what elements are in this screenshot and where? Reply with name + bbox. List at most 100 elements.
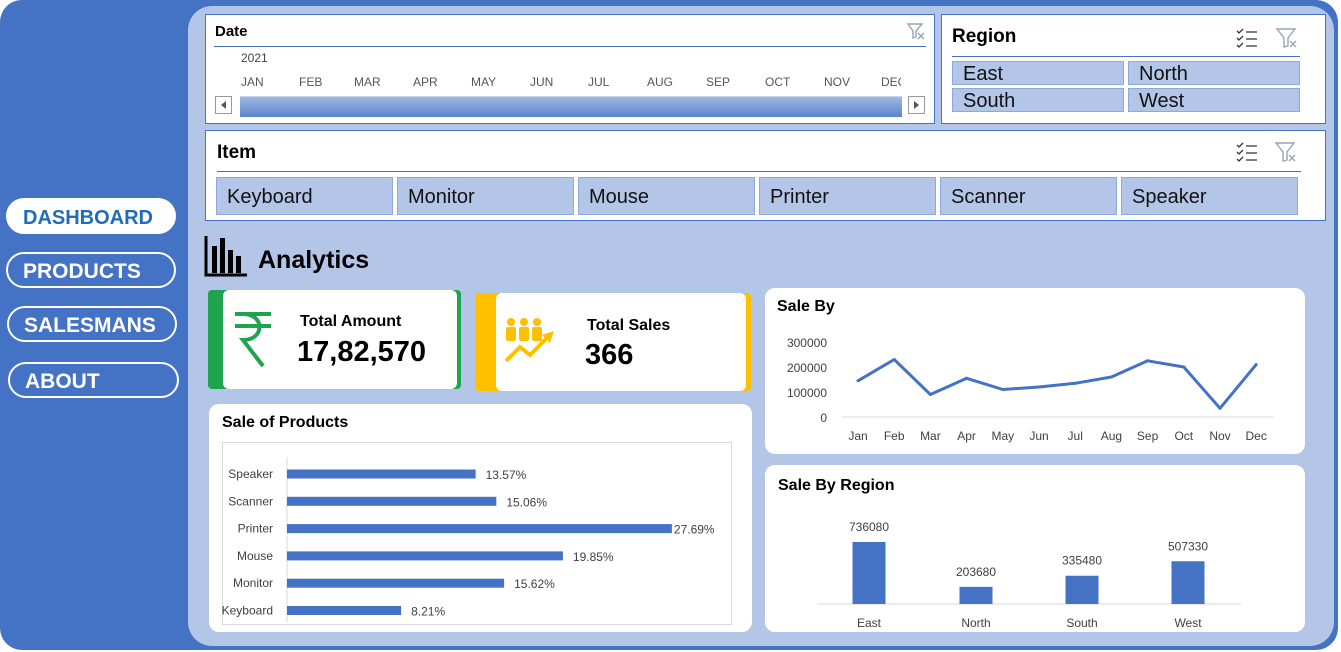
category-label: Monitor (233, 576, 273, 590)
x-tick-label: Aug (1101, 429, 1122, 443)
sale-of-products-bar-chart: Speaker 13.57% Scanner 15.06% Printer 27.69% M… (222, 457, 715, 622)
category-label: Printer (238, 522, 273, 536)
region-east-button[interactable]: East (952, 61, 1124, 85)
item-printer-button[interactable]: Printer (759, 177, 936, 215)
y-tick-label: 100000 (787, 386, 827, 400)
sales-point (1254, 363, 1258, 366)
sales-point (1182, 365, 1186, 369)
region-slicer-rule (952, 56, 1300, 57)
timeline-month-nov[interactable]: NOV (824, 75, 850, 89)
total-sales-value: 366 (585, 339, 634, 371)
timeline-month-oct[interactable]: OCT (765, 75, 790, 89)
sales-point (1218, 406, 1222, 410)
item-scanner-button[interactable]: Scanner (940, 177, 1117, 215)
region-south-button[interactable]: South (952, 88, 1124, 112)
clear-filter-icon[interactable] (1275, 27, 1299, 49)
category-label: East (857, 616, 882, 630)
x-tick-label: Jan (848, 429, 867, 443)
timeline-scroll-right-button[interactable] (908, 96, 925, 114)
total-sales-card: Total Sales 366 (475, 293, 751, 391)
total-amount-card: Total Amount 17,82,570 (208, 290, 461, 389)
timeline-bar[interactable] (240, 96, 902, 117)
nav-dashboard-button[interactable]: DASHBOARD (6, 198, 176, 234)
total-amount-label: Total Amount (300, 313, 402, 330)
item-slicer: Item Keyboard Monitor Mouse Printer Scan… (205, 130, 1326, 221)
timeline-month-jun[interactable]: JUN (530, 75, 553, 89)
sales-point (1146, 359, 1150, 363)
region-bar (959, 586, 993, 604)
bar-data-label: 13.57% (486, 468, 527, 482)
bar-data-label: 8.21% (411, 605, 445, 619)
item-speaker-button[interactable]: Speaker (1121, 177, 1298, 215)
y-tick-label: 300000 (787, 336, 827, 350)
product-bar (287, 551, 563, 561)
timeline-month-jan[interactable]: JAN (241, 75, 264, 89)
x-tick-label: Sep (1137, 429, 1159, 443)
sales-point (1109, 375, 1113, 379)
region-north-button[interactable]: North (1128, 61, 1300, 85)
timeline-month-aug[interactable]: AUG (647, 75, 673, 89)
region-bar (852, 542, 886, 604)
sales-point (928, 393, 932, 396)
people-growth-icon (504, 318, 554, 363)
nav-salesmans-button[interactable]: SALESMANS (7, 306, 177, 342)
timeline-month-feb[interactable]: FEB (299, 75, 322, 89)
bar-data-label: 15.62% (514, 577, 555, 591)
region-slicer: Region East North South West (941, 14, 1326, 124)
sales-point (1037, 385, 1041, 389)
clear-filter-icon[interactable] (1274, 141, 1298, 163)
sale-by-card: Sale By 300000 200000 100000 0 Jan Feb Mar Apr M… (765, 288, 1305, 454)
multi-select-icon[interactable] (1235, 27, 1259, 49)
product-bar (287, 496, 497, 506)
item-keyboard-button[interactable]: Keyboard (216, 177, 393, 215)
category-label: Mouse (237, 549, 273, 563)
x-tick-label: Jul (1068, 429, 1083, 443)
category-label: West (1174, 616, 1202, 630)
region-slicer-title: Region (952, 26, 1017, 47)
total-amount-value: 17,82,570 (297, 336, 427, 368)
product-bar (287, 578, 505, 588)
item-mouse-button[interactable]: Mouse (578, 177, 755, 215)
bar-data-label: 27.69% (674, 523, 715, 537)
product-bar (287, 606, 402, 615)
app-frame: DASHBOARD PRODUCTS SALESMANS ABOUT Date … (0, 0, 1338, 650)
sale-by-region-card: Sale By Region 736080 East 203680 North 3354… (765, 465, 1305, 632)
rupee-icon (235, 312, 271, 368)
timeline-month-sep[interactable]: SEP (706, 75, 730, 89)
item-monitor-button[interactable]: Monitor (397, 177, 574, 215)
x-tick-label: Nov (1209, 429, 1230, 443)
region-west-button[interactable]: West (1128, 88, 1300, 112)
clear-filter-icon[interactable] (906, 21, 926, 41)
nav-products-button[interactable]: PRODUCTS (6, 252, 176, 288)
sale-by-line-chart: 300000 200000 100000 0 Jan Feb Mar Apr May Jun Jul… (787, 336, 1273, 443)
bar-data-label: 507330 (1168, 539, 1208, 553)
timeline-month-may[interactable]: MAY (471, 75, 496, 89)
x-tick-label: Dec (1246, 429, 1267, 443)
item-slicer-rule (217, 171, 1301, 172)
product-bar (287, 524, 672, 534)
bar-data-label: 736080 (849, 520, 889, 534)
timeline-month-jul[interactable]: JUL (588, 75, 609, 89)
bar-data-label: 15.06% (506, 495, 547, 509)
x-tick-label: May (991, 429, 1014, 443)
sale-by-region-column-chart: 736080 East 203680 North 335480 South 507330 We… (817, 520, 1241, 630)
timeline-scroll-left-button[interactable] (215, 96, 232, 114)
x-tick-label: Apr (957, 429, 976, 443)
analytics-heading: Analytics (258, 246, 370, 274)
timeline-month-apr[interactable]: APR (413, 75, 438, 89)
triangle-left-icon (221, 101, 226, 109)
sales-point (892, 358, 896, 361)
triangle-right-icon (914, 101, 919, 109)
timeline-month-dec[interactable]: DEC (881, 75, 901, 89)
timeline-month-mar[interactable]: MAR (354, 75, 381, 89)
bar-data-label: 335480 (1062, 554, 1102, 568)
date-slicer-rule (214, 46, 926, 47)
nav-about-button[interactable]: ABOUT (8, 362, 179, 398)
bar-data-label: 19.85% (573, 550, 614, 564)
region-bar (1171, 561, 1205, 604)
date-slicer-title: Date (215, 23, 248, 40)
category-label: North (961, 616, 990, 630)
category-label: Speaker (228, 467, 273, 481)
multi-select-icon[interactable] (1235, 141, 1259, 163)
date-slicer: Date 2021 JAN FEB MAR APR MAY JUN JUL AUG SEP OCT… (205, 14, 935, 124)
